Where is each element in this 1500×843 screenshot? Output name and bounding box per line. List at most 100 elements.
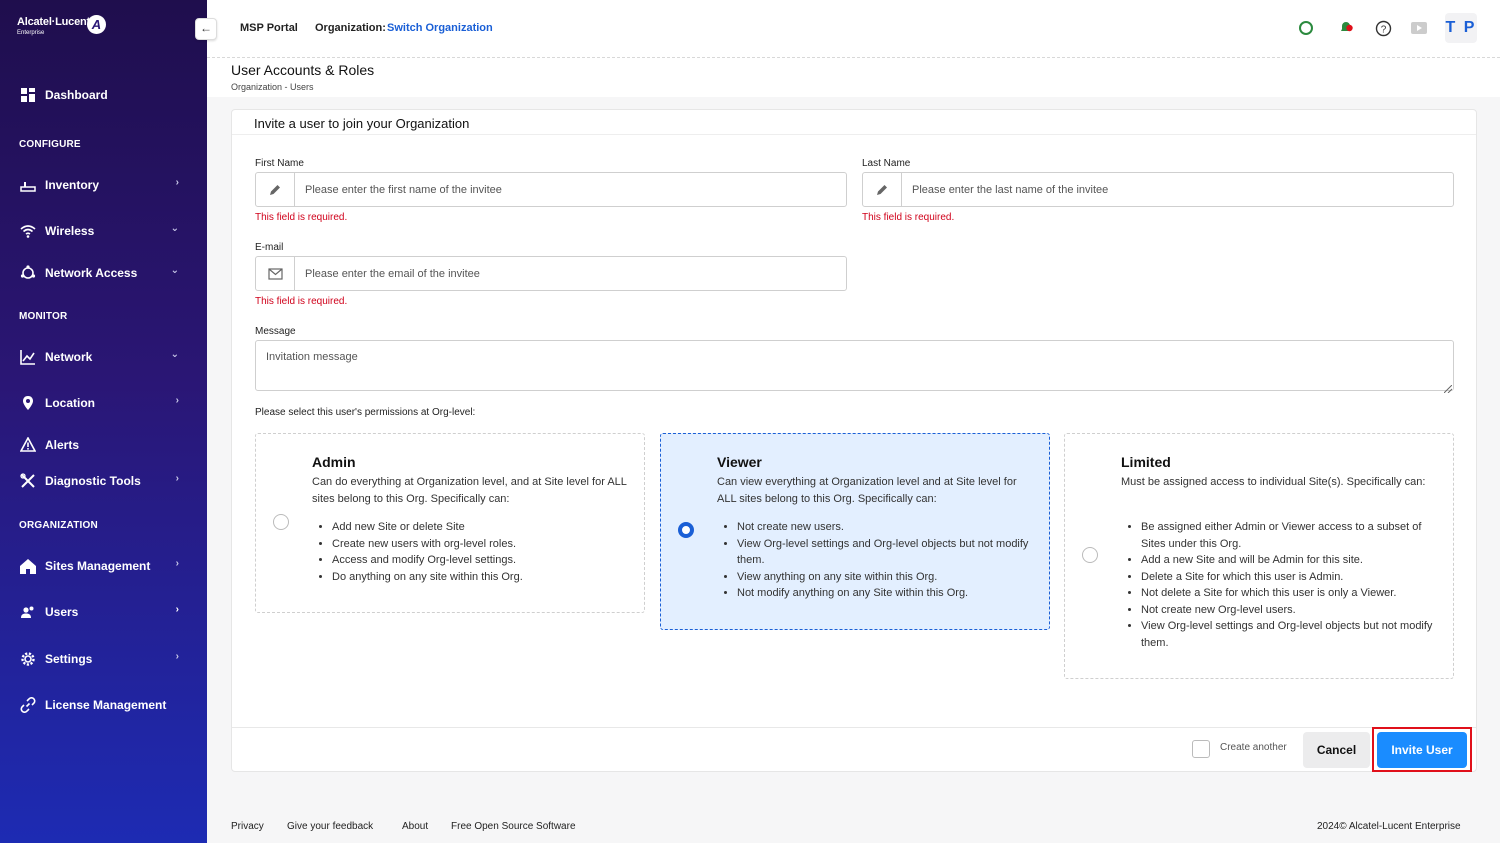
- resize-grip-icon[interactable]: [1443, 380, 1453, 394]
- list-item: Not create new users.: [737, 519, 1035, 536]
- sidebar-item-wireless[interactable]: Wireless ⌄: [19, 220, 189, 242]
- viewer-radio[interactable]: [678, 522, 694, 538]
- sidebar-item-inventory[interactable]: Inventory ›: [19, 174, 189, 196]
- create-another-label[interactable]: Create another: [1220, 742, 1287, 753]
- page-title: User Accounts & Roles: [231, 62, 375, 78]
- sidebar-item-network-access[interactable]: Network Access ⌄: [19, 262, 189, 284]
- invite-user-button[interactable]: Invite User: [1377, 732, 1467, 768]
- chevron-down-icon: ⌄: [170, 349, 179, 360]
- list-item: Not delete a Site for which this user is…: [1141, 585, 1439, 602]
- chevron-right-icon: ›: [175, 651, 179, 662]
- list-item: Be assigned either Admin or Viewer acces…: [1141, 519, 1439, 552]
- cancel-button[interactable]: Cancel: [1303, 732, 1370, 768]
- footer-feedback-link[interactable]: Give your feedback: [287, 821, 373, 832]
- sidebar-item-license-management[interactable]: License Management: [19, 694, 189, 716]
- sidebar-item-label: License Management: [45, 698, 167, 712]
- chevron-right-icon: ›: [175, 395, 179, 406]
- last-name-label: Last Name: [862, 158, 911, 169]
- sidebar-item-label: Inventory: [45, 178, 100, 192]
- email-error: This field is required.: [255, 296, 348, 307]
- invite-user-card: Invite a user to join your Organization …: [231, 109, 1477, 772]
- message-textarea[interactable]: [255, 340, 1454, 391]
- breadcrumb[interactable]: Organization - Users: [231, 82, 314, 92]
- footer-oss-link[interactable]: Free Open Source Software: [451, 821, 576, 832]
- sidebar-item-users[interactable]: Users ›: [19, 601, 189, 623]
- first-name-field: [255, 172, 847, 207]
- collapse-sidebar-button[interactable]: ←: [195, 18, 217, 40]
- sidebar-item-label: Users: [45, 605, 79, 619]
- network-access-icon: [19, 264, 37, 282]
- divider: [232, 727, 1476, 728]
- sidebar-item-label: Location: [45, 396, 95, 410]
- help-icon[interactable]: ?: [1374, 19, 1392, 37]
- first-name-error: This field is required.: [255, 212, 348, 223]
- status-circle-icon[interactable]: [1297, 19, 1315, 37]
- user-avatar[interactable]: T P: [1445, 13, 1477, 43]
- admin-capabilities: Add new Site or delete Site Create new u…: [332, 519, 630, 585]
- sidebar-item-alerts[interactable]: Alerts: [19, 434, 189, 456]
- envelope-icon: [256, 257, 295, 290]
- list-item: View Org-level settings and Org-level ob…: [737, 536, 1035, 569]
- admin-radio[interactable]: [273, 514, 289, 530]
- create-another-checkbox[interactable]: [1192, 740, 1210, 758]
- permissions-label: Please select this user's permissions at…: [255, 407, 476, 418]
- limited-description: Must be assigned access to individual Si…: [1121, 476, 1426, 488]
- message-label: Message: [255, 326, 296, 337]
- list-item: Delete a Site for which this user is Adm…: [1141, 569, 1439, 586]
- chevron-right-icon: ›: [175, 604, 179, 615]
- viewer-capabilities: Not create new users. View Org-level set…: [737, 519, 1035, 602]
- section-monitor: MONITOR: [19, 311, 68, 322]
- switch-organization-link[interactable]: Switch Organization: [387, 22, 493, 34]
- sidebar-item-label: Network Access: [45, 266, 138, 280]
- pencil-icon: [256, 173, 295, 206]
- limited-radio[interactable]: [1082, 547, 1098, 563]
- viewer-title: Viewer: [717, 454, 762, 470]
- users-icon: [19, 603, 37, 621]
- network-chart-icon: [19, 348, 37, 366]
- copyright: 2024© Alcatel-Lucent Enterprise: [1317, 821, 1461, 832]
- footer-privacy-link[interactable]: Privacy: [231, 821, 264, 832]
- list-item: Not create new Org-level users.: [1141, 602, 1439, 619]
- first-name-label: First Name: [255, 158, 304, 169]
- section-organization: ORGANIZATION: [19, 520, 98, 531]
- page-header: User Accounts & Roles Organization - Use…: [207, 59, 1500, 97]
- sidebar-item-label: Alerts: [45, 438, 80, 452]
- dashboard-icon: [19, 86, 37, 104]
- list-item: Add a new Site and will be Admin for thi…: [1141, 552, 1439, 569]
- list-item: Create new users with org-level roles.: [332, 536, 630, 553]
- msp-portal-label[interactable]: MSP Portal: [240, 22, 298, 34]
- chevron-right-icon: ›: [175, 473, 179, 484]
- permission-option-admin[interactable]: Admin Can do everything at Organization …: [255, 433, 645, 613]
- permission-option-limited[interactable]: Limited Must be assigned access to indiv…: [1064, 433, 1454, 679]
- first-name-input[interactable]: [295, 173, 846, 206]
- sidebar-item-location[interactable]: Location ›: [19, 392, 189, 414]
- sidebar-item-dashboard[interactable]: Dashboard: [19, 84, 189, 106]
- email-input[interactable]: [295, 257, 846, 290]
- chevron-right-icon: ›: [175, 558, 179, 569]
- sidebar-item-settings[interactable]: Settings ›: [19, 648, 189, 670]
- tools-icon: [19, 472, 37, 490]
- topbar: MSP Portal Organization: Switch Organiza…: [207, 0, 1500, 58]
- chevron-down-icon: ⌄: [170, 265, 179, 276]
- video-play-icon[interactable]: [1410, 19, 1428, 37]
- list-item: Not modify anything on any Site within t…: [737, 585, 1035, 602]
- footer-about-link[interactable]: About: [402, 821, 428, 832]
- sidebar-item-network[interactable]: Network ⌄: [19, 346, 189, 368]
- sidebar-item-label: Sites Management: [45, 559, 151, 573]
- limited-title: Limited: [1121, 454, 1171, 470]
- sidebar: Alcatel·Lucent Enterprise A Dashboard CO…: [0, 0, 207, 843]
- sidebar-item-label: Wireless: [45, 224, 95, 238]
- sidebar-item-label: Diagnostic Tools: [45, 474, 141, 488]
- list-item: Access and modify Org-level settings.: [332, 552, 630, 569]
- admin-description: Can do everything at Organization level,…: [312, 476, 627, 505]
- sidebar-item-diagnostic-tools[interactable]: Diagnostic Tools ›: [19, 470, 189, 492]
- section-configure: CONFIGURE: [19, 139, 81, 150]
- last-name-input[interactable]: [902, 173, 1453, 206]
- notification-bell-icon[interactable]: [1337, 19, 1355, 37]
- organization-label: Organization:: [315, 22, 386, 34]
- chevron-right-icon: ›: [175, 177, 179, 188]
- brand-logo[interactable]: Alcatel·Lucent Enterprise A: [17, 15, 117, 36]
- permission-option-viewer[interactable]: Viewer Can view everything at Organizati…: [660, 433, 1050, 630]
- last-name-error: This field is required.: [862, 212, 955, 223]
- sidebar-item-sites-management[interactable]: Sites Management ›: [19, 555, 189, 577]
